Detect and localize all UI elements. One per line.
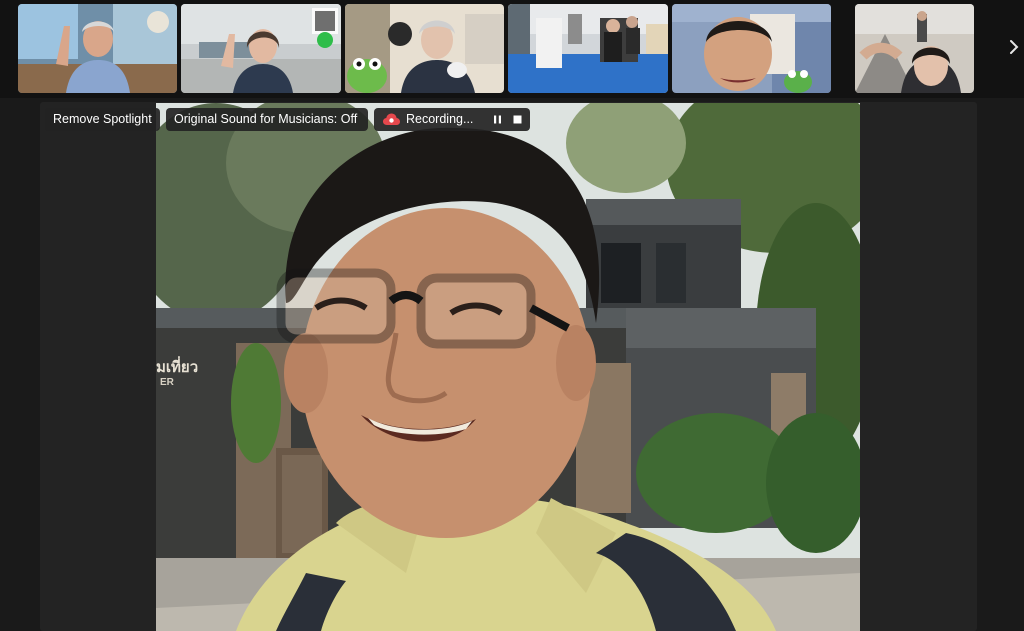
remove-spotlight-button[interactable]: Remove Spotlight [45, 108, 160, 131]
participant-tile-1[interactable] [18, 4, 177, 93]
storefront-sign-text: มเที่ยว [156, 358, 199, 376]
participant-tile-6[interactable] [855, 4, 974, 93]
original-sound-button[interactable]: Original Sound for Musicians: Off [166, 108, 368, 131]
original-sound-label: Original Sound for Musicians: Off [174, 112, 358, 126]
next-page-button[interactable] [1004, 30, 1024, 64]
stop-recording-button[interactable] [512, 114, 523, 125]
chevron-right-icon [1010, 40, 1019, 54]
participant-tile-4[interactable] [508, 4, 668, 93]
remove-spotlight-label: Remove Spotlight [53, 112, 152, 126]
storefront-sign-subtext: ER [160, 377, 174, 388]
recording-indicator: Recording... [374, 108, 530, 131]
spotlight-video: มเที่ยว ER [156, 103, 860, 631]
cloud-recording-icon [383, 113, 400, 125]
pause-recording-button[interactable] [492, 114, 503, 125]
recording-label: Recording... [406, 112, 474, 126]
participant-tile-5[interactable] [672, 4, 831, 93]
participant-tile-2[interactable] [181, 4, 341, 93]
participant-tile-3[interactable] [345, 4, 504, 93]
participant-strip [0, 0, 1024, 98]
